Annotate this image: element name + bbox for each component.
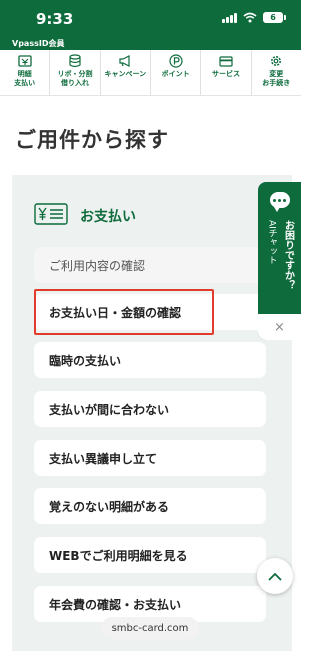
status-time: 9:33 xyxy=(36,10,74,28)
chevron-up-icon xyxy=(268,572,282,581)
main-nav: 明細 支払い リボ・分割 借り入れ キャンペーン ポイント サービス 変更 お手… xyxy=(0,50,301,96)
wifi-icon xyxy=(243,12,257,23)
chat-bubble-icon xyxy=(269,192,290,212)
gear-icon xyxy=(269,54,283,68)
nav-item-label: キャンペーン xyxy=(104,70,147,78)
nav-item-campaign[interactable]: キャンペーン xyxy=(101,50,151,95)
highlight-box xyxy=(34,289,214,335)
megaphone-icon xyxy=(118,54,132,68)
point-icon xyxy=(169,54,183,68)
statement-icon xyxy=(18,54,32,68)
status-icons: 6 xyxy=(222,12,286,23)
chat-close-button[interactable]: × xyxy=(258,314,301,340)
menu-item-extra-payment[interactable]: 臨時の支払い xyxy=(34,342,266,378)
url-bar[interactable]: smbc-card.com xyxy=(101,617,199,639)
menu-item-web-statement[interactable]: WEBでご利用明細を見る xyxy=(34,537,266,573)
coins-icon xyxy=(68,54,82,68)
menu-item-unknown-charge[interactable]: 覚えのない明細がある xyxy=(34,488,266,524)
nav-item-revolving[interactable]: リボ・分割 借り入れ xyxy=(50,50,101,95)
panel-header-label: お支払い xyxy=(80,209,136,225)
menu-item-usage-details[interactable]: ご利用内容の確認 xyxy=(34,247,266,283)
scroll-to-top-button[interactable] xyxy=(257,558,293,594)
nav-item-settings[interactable]: 変更 お手続き xyxy=(252,50,301,95)
payment-panel: お支払い ご利用内容の確認 お支払い日・金額の確認 臨時の支払い 支払いが間に合… xyxy=(12,175,292,651)
nav-item-label: ポイント xyxy=(161,70,190,78)
nav-item-service[interactable]: サービス xyxy=(201,50,252,95)
nav-item-label: 変更 お手続き xyxy=(262,70,291,87)
status-bar: 9:33 6 xyxy=(0,0,301,38)
nav-item-statement[interactable]: 明細 支払い xyxy=(0,50,51,95)
page-title: ご用件から探す xyxy=(15,128,169,152)
card-icon xyxy=(219,54,233,68)
signal-icon xyxy=(222,12,237,23)
yen-list-icon xyxy=(34,203,68,229)
nav-item-label: 明細 支払い xyxy=(14,70,36,87)
nav-item-label: リボ・分割 借り入れ xyxy=(57,70,93,87)
menu-item-payment-dispute[interactable]: 支払い異議申し立て xyxy=(34,440,266,476)
panel-header: お支払い xyxy=(34,203,136,229)
nav-item-points[interactable]: ポイント xyxy=(151,50,202,95)
member-label: VpassID会員 xyxy=(12,39,65,48)
battery-icon: 6 xyxy=(263,12,286,23)
menu-item-payment-late[interactable]: 支払いが間に合わない xyxy=(34,391,266,427)
nav-item-label: サービス xyxy=(211,70,240,78)
